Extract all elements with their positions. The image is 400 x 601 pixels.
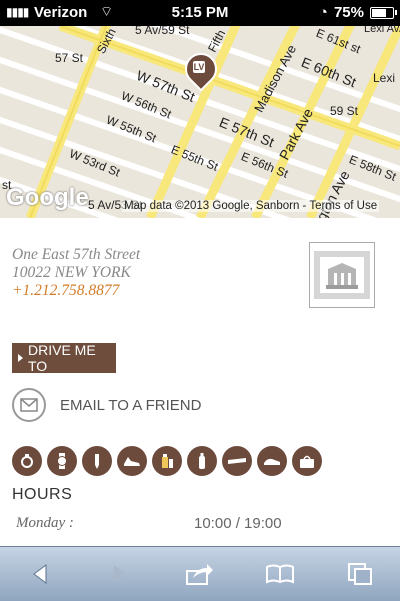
envelope-icon <box>12 388 46 422</box>
back-button[interactable] <box>15 554 65 594</box>
share-icon <box>186 564 213 585</box>
ring-icon[interactable] <box>12 446 42 476</box>
play-arrow-icon <box>18 354 23 362</box>
fragrance-icon[interactable] <box>152 446 182 476</box>
pen-icon[interactable] <box>82 446 112 476</box>
hours-heading: HOURS <box>12 486 73 503</box>
bottle-icon[interactable] <box>187 446 217 476</box>
battery-percent: 75% <box>333 4 364 21</box>
back-arrow-icon <box>33 564 47 584</box>
store-logo-icon: LV <box>193 61 205 73</box>
map-label: 57 St <box>55 51 84 65</box>
google-logo: Google <box>6 184 89 211</box>
bookmarks-button[interactable] <box>255 554 305 594</box>
watch-icon[interactable] <box>47 446 77 476</box>
status-bar: ▮▮▮▮ Verizon ⌔ 5:15 PM ◔ 75% <box>0 0 400 26</box>
map-view[interactable]: 57 St W 57th St W 56th St W 55th St W 53… <box>0 26 400 218</box>
store-building-icon <box>314 251 370 299</box>
belt-icon[interactable] <box>222 446 252 476</box>
browser-toolbar <box>0 546 400 601</box>
map-attribution[interactable]: Map data ©2013 Google, Sanborn - Terms o… <box>122 200 380 212</box>
bag-icon[interactable] <box>292 446 322 476</box>
pages-icon <box>348 563 372 585</box>
map-label: Lexi Av/63 <box>364 26 400 35</box>
email-friend-link[interactable]: EMAIL TO A FRIEND <box>12 388 201 422</box>
hours-time: 10:00 / 19:00 <box>194 515 282 532</box>
shoe-icon[interactable] <box>117 446 147 476</box>
map-label: Lexi <box>373 71 396 85</box>
map-label: 59 St <box>330 104 359 118</box>
drive-me-to-button[interactable]: DRIVE ME TO <box>12 342 116 374</box>
map-label: 5 Av/59 St <box>135 26 190 37</box>
battery-icon <box>370 6 397 19</box>
bookmarks-icon <box>266 564 294 584</box>
lock-rotation-icon: ◔ <box>318 4 328 21</box>
hours-day: Monday : <box>16 515 74 531</box>
loafer-icon[interactable] <box>257 446 287 476</box>
email-label: EMAIL TO A FRIEND <box>60 396 202 414</box>
phone-link[interactable]: +1.212.758.8877 <box>12 282 140 300</box>
address-line-1: One East 57th Street <box>12 246 141 263</box>
tabs-button[interactable] <box>335 554 385 594</box>
store-address: One East 57th Street 10022 NEW YORK +1.2… <box>12 246 140 300</box>
category-icons <box>12 446 322 476</box>
drive-label: DRIVE ME TO <box>28 342 96 374</box>
share-button[interactable] <box>175 554 225 594</box>
forward-arrow-icon <box>114 565 126 583</box>
store-photo[interactable] <box>309 242 375 308</box>
forward-button[interactable] <box>95 554 145 594</box>
address-line-2: 10022 NEW YORK <box>12 264 131 281</box>
